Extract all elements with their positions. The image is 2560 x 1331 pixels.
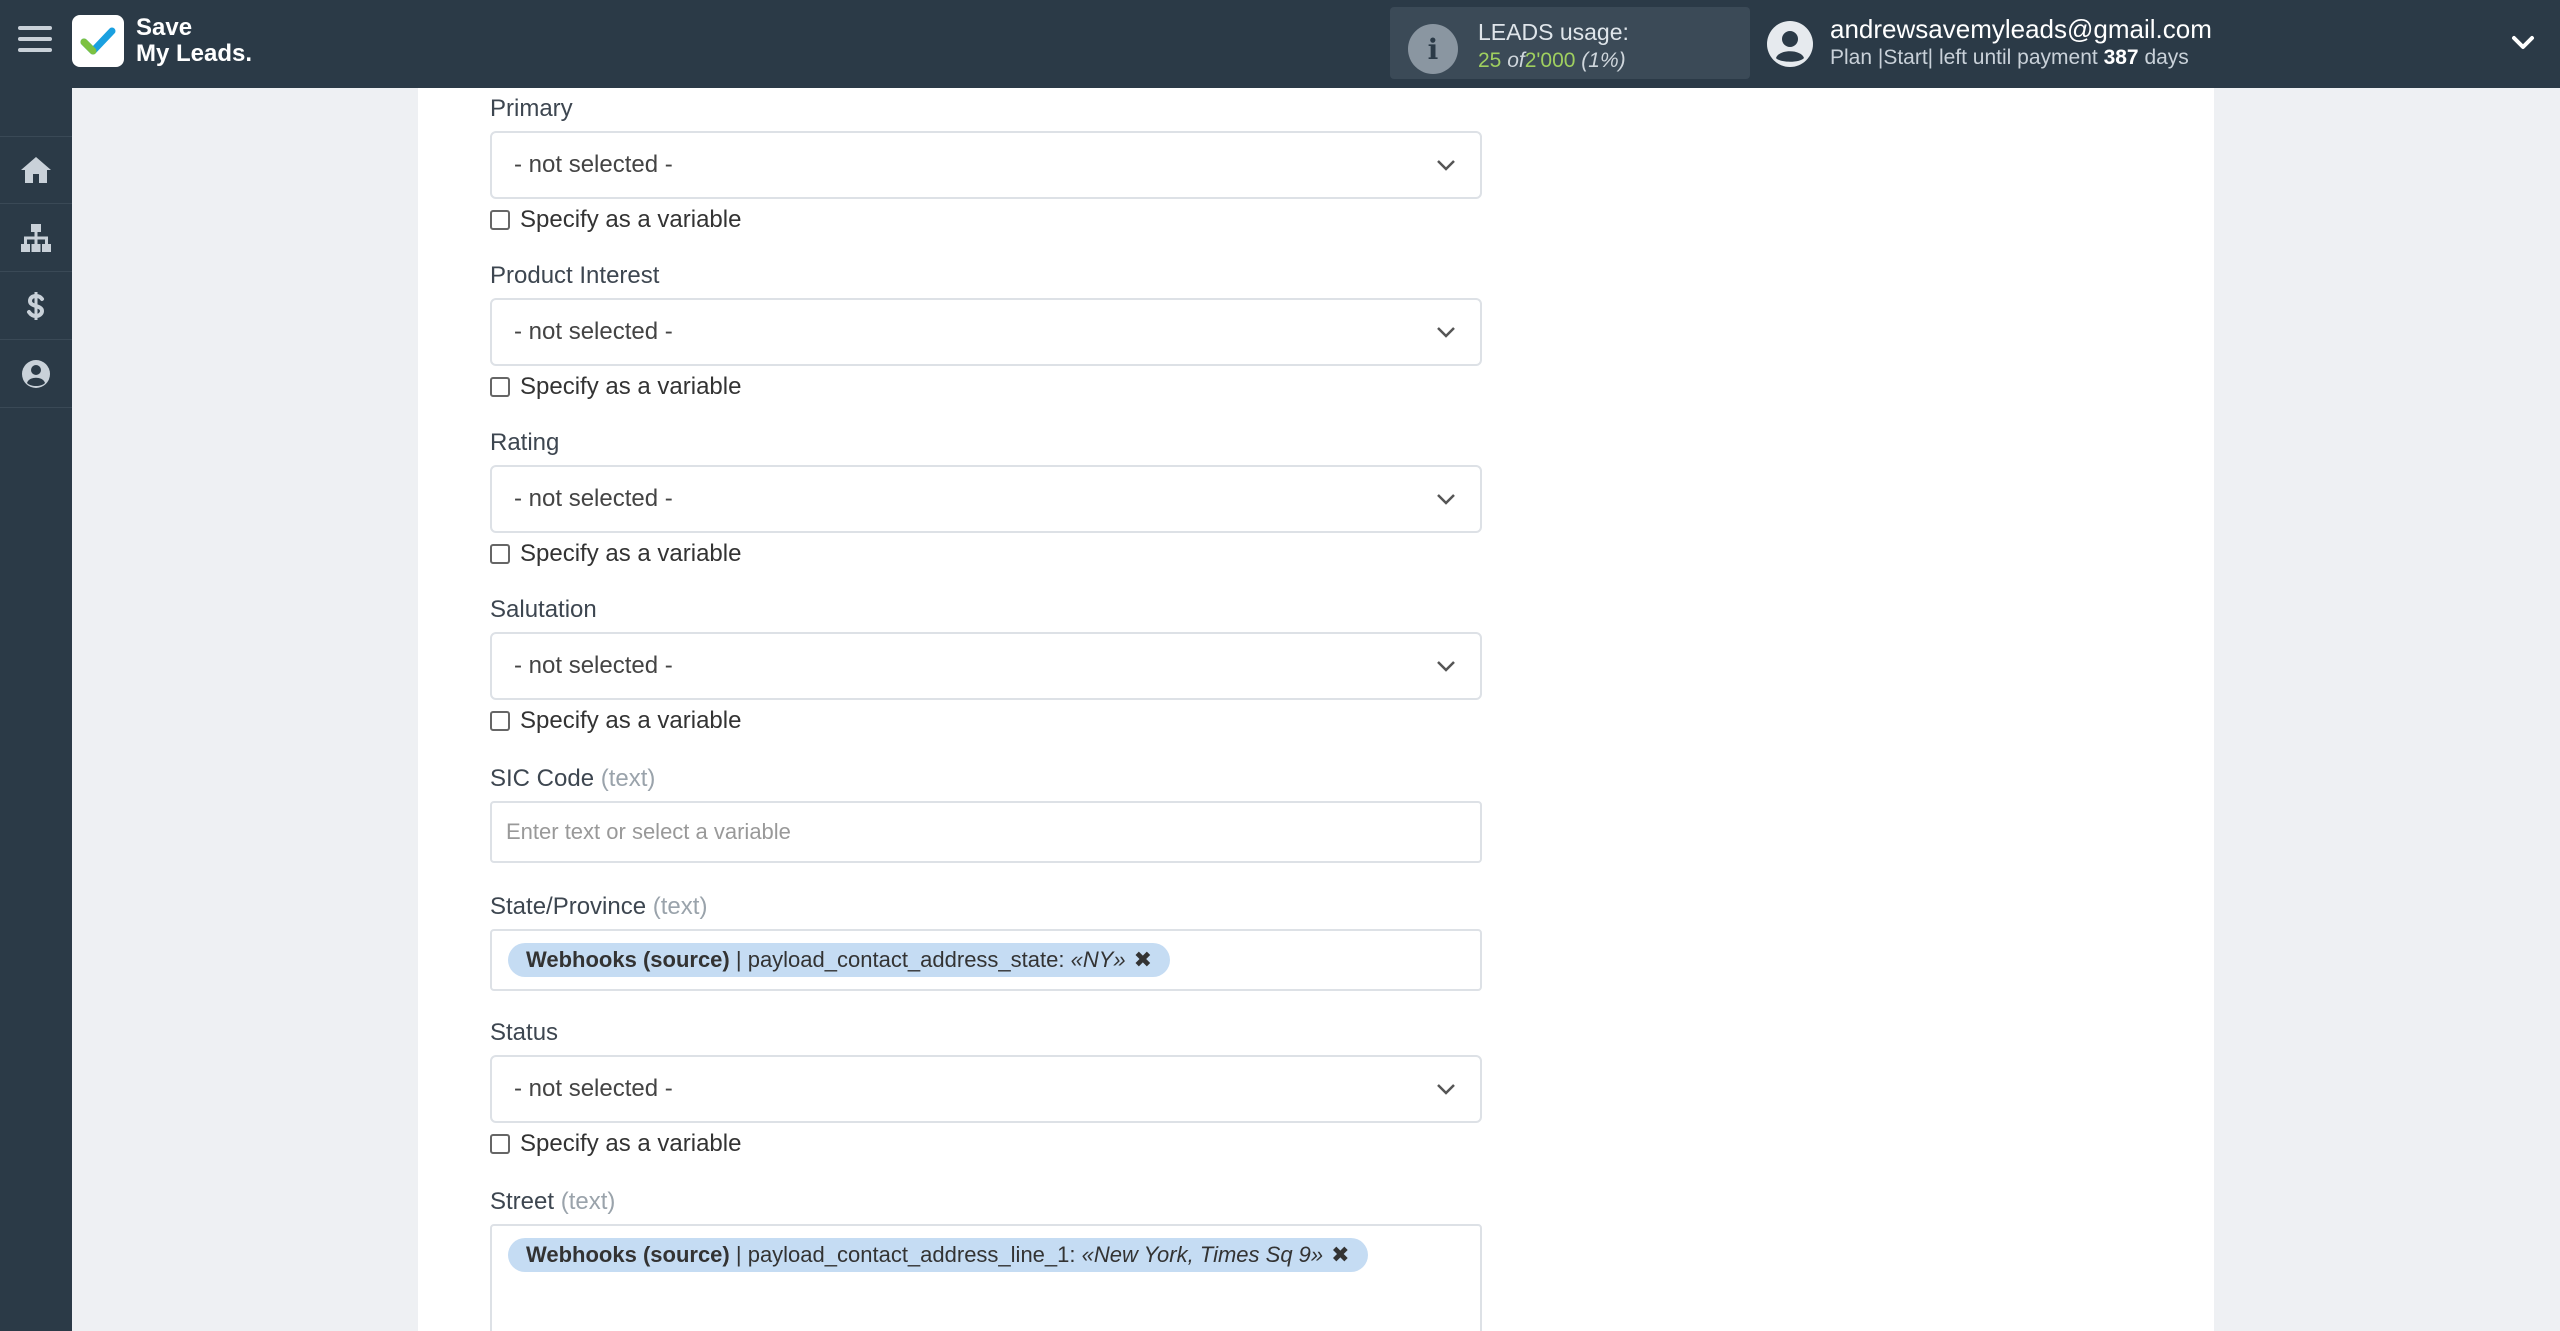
- specify-variable-label: Specify as a variable: [520, 206, 742, 233]
- field-label: Street (text): [490, 1188, 616, 1215]
- field-label: Rating: [490, 429, 560, 456]
- sitemap-icon: [21, 223, 51, 252]
- field-label: Salutation: [490, 596, 597, 623]
- avatar-icon[interactable]: [1766, 20, 1814, 68]
- chevron-down-icon[interactable]: [2510, 30, 2536, 56]
- chevron-down-icon: [1437, 661, 1455, 672]
- user-plan: Plan |Start| left until payment 387 days: [1830, 46, 2189, 69]
- field-state-province: State/Province (text) Webhooks (source) …: [490, 891, 1482, 991]
- field-label: Status: [490, 1019, 559, 1046]
- sidebar-item-connections[interactable]: [0, 204, 72, 272]
- remove-tag-icon[interactable]: ✖: [1134, 947, 1152, 973]
- field-status: Status - not selected - Specify as a var…: [490, 1017, 1482, 1159]
- field-label: Primary: [490, 95, 573, 122]
- specify-variable-label: Specify as a variable: [520, 707, 742, 734]
- specify-variable-row[interactable]: Specify as a variable: [490, 539, 1482, 569]
- specify-variable-row[interactable]: Specify as a variable: [490, 205, 1482, 235]
- select-value: - not selected -: [514, 485, 673, 512]
- specify-variable-row[interactable]: Specify as a variable: [490, 706, 1482, 736]
- logo-text: Save My Leads.: [136, 14, 253, 67]
- leads-usage-value: 25 of2'000 (1%): [1478, 49, 1626, 72]
- salutation-select[interactable]: - not selected -: [490, 632, 1482, 700]
- product-interest-select[interactable]: - not selected -: [490, 298, 1482, 366]
- specify-variable-checkbox[interactable]: [490, 544, 510, 564]
- chevron-down-icon: [1437, 327, 1455, 338]
- street-input[interactable]: Webhooks (source) | payload_contact_addr…: [490, 1224, 1482, 1331]
- remove-tag-icon[interactable]: ✖: [1331, 1242, 1349, 1268]
- account-icon: [22, 359, 50, 388]
- variable-tag: Webhooks (source) | payload_contact_addr…: [508, 943, 1171, 977]
- leads-usage: i LEADS usage: 25 of2'000 (1%): [1390, 7, 1750, 79]
- specify-variable-checkbox[interactable]: [490, 711, 510, 731]
- field-sic-code: SIC Code (text) Enter text or select a v…: [490, 763, 1482, 863]
- field-street: Street (text) Webhooks (source) | payloa…: [490, 1186, 1482, 1331]
- dollar-icon: [27, 291, 45, 320]
- form-card: Primary - not selected - Specify as a va…: [418, 88, 2214, 1331]
- sidebar-item-billing[interactable]: [0, 272, 72, 340]
- rating-select[interactable]: - not selected -: [490, 465, 1482, 533]
- field-salutation: Salutation - not selected - Specify as a…: [490, 594, 1482, 736]
- field-label: SIC Code (text): [490, 765, 656, 792]
- variable-tag: Webhooks (source) | payload_contact_addr…: [508, 1238, 1368, 1272]
- primary-select[interactable]: - not selected -: [490, 131, 1482, 199]
- field-label: Product Interest: [490, 262, 660, 289]
- select-value: - not selected -: [514, 151, 673, 178]
- sidebar: [0, 88, 72, 1331]
- menu-icon[interactable]: [18, 26, 52, 60]
- chevron-down-icon: [1437, 494, 1455, 505]
- sidebar-item-home[interactable]: [0, 136, 72, 204]
- state-province-input[interactable]: Webhooks (source) | payload_contact_addr…: [490, 929, 1482, 991]
- chevron-down-icon: [1437, 160, 1455, 171]
- select-value: - not selected -: [514, 318, 673, 345]
- specify-variable-checkbox[interactable]: [490, 377, 510, 397]
- logo[interactable]: Save My Leads.: [72, 15, 252, 67]
- specify-variable-label: Specify as a variable: [520, 1130, 742, 1157]
- chevron-down-icon: [1437, 1084, 1455, 1095]
- specify-variable-checkbox[interactable]: [490, 210, 510, 230]
- top-bar: Save My Leads. i LEADS usage: 25 of2'000…: [0, 0, 2560, 88]
- specify-variable-row[interactable]: Specify as a variable: [490, 1129, 1482, 1159]
- leads-usage-label: LEADS usage:: [1478, 19, 1629, 45]
- sidebar-item-account[interactable]: [0, 340, 72, 408]
- field-product-interest: Product Interest - not selected - Specif…: [490, 260, 1482, 402]
- specify-variable-label: Specify as a variable: [520, 373, 742, 400]
- field-primary: Primary - not selected - Specify as a va…: [490, 93, 1482, 235]
- status-select[interactable]: - not selected -: [490, 1055, 1482, 1123]
- sic-code-input[interactable]: Enter text or select a variable: [490, 801, 1482, 863]
- specify-variable-label: Specify as a variable: [520, 540, 742, 567]
- field-rating: Rating - not selected - Specify as a var…: [490, 427, 1482, 569]
- select-value: - not selected -: [514, 1075, 673, 1102]
- user-email[interactable]: andrewsavemyleads@gmail.com: [1830, 14, 2212, 45]
- info-icon: i: [1408, 24, 1458, 74]
- home-icon: [21, 157, 51, 183]
- logo-check-icon: [72, 15, 124, 67]
- select-value: - not selected -: [514, 652, 673, 679]
- field-label: State/Province (text): [490, 893, 708, 920]
- specify-variable-row[interactable]: Specify as a variable: [490, 372, 1482, 402]
- specify-variable-checkbox[interactable]: [490, 1134, 510, 1154]
